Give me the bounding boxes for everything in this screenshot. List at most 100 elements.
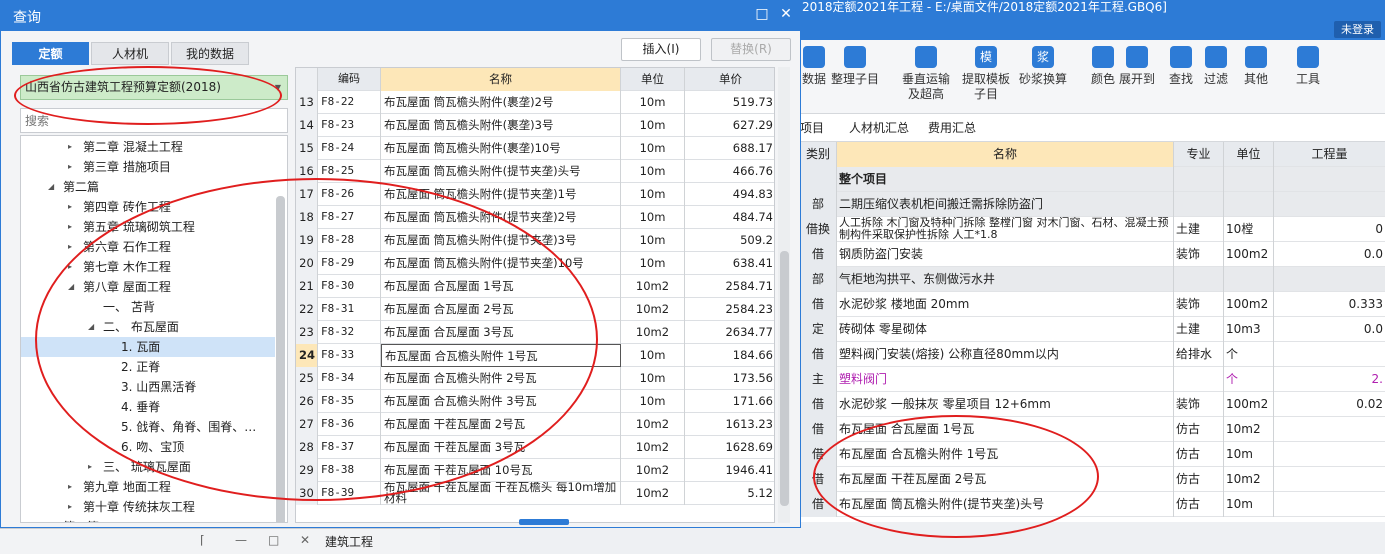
tab-my-data[interactable]: 我的数据 bbox=[171, 42, 249, 65]
expand-icon[interactable]: ▸ bbox=[68, 477, 72, 497]
list-item[interactable]: 16 F8-25 布瓦屋面 筒瓦檐头附件(提节夹垄)头号 10m 466.76 bbox=[296, 160, 774, 183]
collapse-icon[interactable]: ◢ bbox=[48, 177, 54, 197]
table-cell bbox=[1174, 192, 1224, 217]
table-cell: 借 bbox=[800, 417, 837, 442]
table-row[interactable]: 部气柜地沟拱平、东侧做污水井 bbox=[800, 267, 1385, 292]
table-cell: 水泥砂浆 楼地面 20mm bbox=[837, 292, 1174, 317]
table-row[interactable]: 部二期压缩仪表机柜间搬迁需拆除防盗门 bbox=[800, 192, 1385, 217]
tree-item[interactable]: ▸ 第十章 传统抹灰工程 bbox=[21, 497, 275, 517]
list-cell-unit: 10m2 bbox=[621, 436, 685, 459]
list-cell-price: 466.76 bbox=[732, 164, 773, 178]
table-cell: 个 bbox=[1224, 342, 1274, 367]
header-unit[interactable]: 单位 bbox=[1224, 142, 1274, 167]
expand-icon[interactable]: ▸ bbox=[68, 157, 72, 177]
tree-item[interactable]: 第三篇 bbox=[21, 517, 275, 522]
table-row[interactable]: 借水泥砂浆 楼地面 20mm 装饰 100m2 0.333 bbox=[800, 292, 1385, 317]
list-cell-unit: 10m2 bbox=[621, 413, 685, 436]
toolbar-item[interactable]: 其他 bbox=[1240, 46, 1272, 87]
table-cell: 钢质防盗门安装 bbox=[837, 242, 1174, 267]
toolbar-item[interactable]: 展开到 bbox=[1118, 46, 1156, 87]
table-cell bbox=[1274, 492, 1385, 517]
toolbar-item[interactable]: 查找 bbox=[1166, 46, 1196, 87]
table-cell: 借 bbox=[800, 292, 837, 317]
table-cell: 100m2 bbox=[1224, 242, 1274, 267]
table-cell: 仿古 bbox=[1174, 442, 1224, 467]
toolbar-item[interactable]: 数据 bbox=[800, 46, 828, 87]
close-icon[interactable]: ✕ bbox=[777, 6, 795, 22]
list-cell-unit: 10m2 bbox=[621, 459, 685, 482]
table-row[interactable]: 主塑料阀门 个 2. bbox=[800, 367, 1385, 392]
list-item[interactable]: 15 F8-24 布瓦屋面 筒瓦檐头附件(裹垄)10号 10m 688.17 bbox=[296, 137, 774, 160]
pin-icon[interactable]: ⌈ bbox=[200, 533, 205, 547]
login-button[interactable]: 未登录 bbox=[1334, 21, 1381, 38]
table-row[interactable]: 定砖砌体 零星砌体 土建 10m3 0.0 bbox=[800, 317, 1385, 342]
tab-labor-material-summary[interactable]: 人材机汇总 bbox=[849, 114, 909, 142]
float-window-label: 建筑工程 bbox=[325, 535, 374, 549]
expand-icon[interactable]: ▸ bbox=[68, 217, 72, 237]
tree-item-label: 第三篇 bbox=[63, 517, 99, 522]
list-cell-unit: 10m bbox=[621, 206, 685, 229]
list-cell-n: 14 bbox=[296, 114, 318, 137]
tab-labor-material[interactable]: 人材机 bbox=[91, 42, 169, 65]
expand-icon[interactable]: ▸ bbox=[68, 497, 72, 517]
table-cell: 装饰 bbox=[1174, 242, 1224, 267]
list-cell-price: 2584.71 bbox=[725, 279, 773, 293]
table-cell: 二期压缩仪表机柜间搬迁需拆除防盗门 bbox=[837, 192, 1174, 217]
toolbar-item[interactable]: 浆砂浆换算 bbox=[1017, 46, 1069, 87]
table-row[interactable]: 借水泥砂浆 一般抹灰 零星项目 12+6mm 装饰 100m2 0.02 bbox=[800, 392, 1385, 417]
expand-icon[interactable]: ▸ bbox=[68, 237, 72, 257]
toolbar-item[interactable]: 工具 bbox=[1294, 46, 1322, 87]
toolbar-item[interactable]: 过滤 bbox=[1200, 46, 1232, 87]
color-icon bbox=[1092, 46, 1114, 68]
collapse-handle[interactable] bbox=[519, 519, 569, 525]
list-scrollbar-thumb[interactable] bbox=[780, 251, 789, 506]
table-cell: 仿古 bbox=[1174, 417, 1224, 442]
header-type[interactable]: 类别 bbox=[800, 142, 837, 167]
toolbar-item[interactable]: 颜色 bbox=[1090, 46, 1116, 87]
header-index bbox=[296, 68, 318, 91]
list-cell-price: 2634.77 bbox=[725, 325, 773, 339]
tab-project[interactable]: 项目 bbox=[800, 114, 830, 142]
close-icon[interactable]: ✕ bbox=[300, 533, 310, 547]
replace-button[interactable]: 替换(R) bbox=[711, 38, 791, 61]
header-code[interactable]: 编码 bbox=[318, 68, 381, 91]
maximize-icon[interactable]: □ bbox=[753, 6, 771, 22]
header-name[interactable]: 名称 bbox=[837, 142, 1174, 167]
minimize-icon[interactable]: — bbox=[235, 533, 247, 547]
list-cell-unit: 10m bbox=[621, 91, 685, 114]
list-cell-unit: 10m2 bbox=[621, 298, 685, 321]
table-row[interactable]: 借换 人工拆除 木门窗及特种门拆除 整樘门窗 对木门窗、石材、混凝土预制构件采取保… bbox=[800, 217, 1385, 242]
header-name[interactable]: 名称 bbox=[381, 68, 621, 91]
list-cell-n: 15 bbox=[296, 137, 318, 160]
expand-icon[interactable]: ▸ bbox=[88, 457, 92, 477]
toolbar-item[interactable]: 整理子目 bbox=[830, 46, 880, 87]
tree-item[interactable]: ▸ 第二章 混凝土工程 bbox=[21, 137, 275, 157]
table-row[interactable]: 整个项目 bbox=[800, 167, 1385, 192]
header-specialty[interactable]: 专业 bbox=[1174, 142, 1224, 167]
header-price[interactable]: 单价 bbox=[685, 68, 774, 91]
list-header: 编码 名称 单位 单价 bbox=[296, 68, 774, 91]
floating-window: ⌈ — □ ✕ 建筑工程 bbox=[0, 528, 440, 554]
tree-item[interactable]: ▸ 第三章 措施项目 bbox=[21, 157, 275, 177]
header-quantity[interactable]: 工程量 bbox=[1274, 142, 1385, 167]
list-cell-code: F8-23 bbox=[318, 114, 381, 137]
restore-icon[interactable]: □ bbox=[268, 533, 279, 547]
filter-icon bbox=[1205, 46, 1227, 68]
table-cell: 装饰 bbox=[1174, 392, 1224, 417]
toolbar-item[interactable]: 垂直运输 及超高 bbox=[900, 46, 952, 102]
toolbar-item[interactable]: 模提取模板 子目 bbox=[960, 46, 1012, 102]
list-item[interactable]: 14 F8-23 布瓦屋面 筒瓦檐头附件(裹垄)3号 10m 627.29 bbox=[296, 114, 774, 137]
insert-button[interactable]: 插入(I) bbox=[621, 38, 701, 61]
table-cell: 2. bbox=[1371, 372, 1383, 386]
header-unit[interactable]: 单位 bbox=[621, 68, 685, 91]
table-cell: 水泥砂浆 一般抹灰 零星项目 12+6mm bbox=[837, 392, 1174, 417]
expand-icon[interactable]: ▸ bbox=[68, 137, 72, 157]
list-cell-price: 627.29 bbox=[732, 118, 773, 132]
tab-quota[interactable]: 定额 bbox=[12, 42, 89, 65]
table-row[interactable]: 借钢质防盗门安装 装饰 100m2 0.0 bbox=[800, 242, 1385, 267]
table-row[interactable]: 借塑料阀门安装(熔接) 公称直径80mm以内 给排水个 bbox=[800, 342, 1385, 367]
list-cell-price: 688.17 bbox=[732, 141, 773, 155]
expand-icon[interactable]: ▸ bbox=[68, 197, 72, 217]
tab-cost-summary[interactable]: 费用汇总 bbox=[928, 114, 976, 142]
list-item[interactable]: 13 F8-22 布瓦屋面 筒瓦檐头附件(裹垄)2号 10m 519.73 bbox=[296, 91, 774, 114]
